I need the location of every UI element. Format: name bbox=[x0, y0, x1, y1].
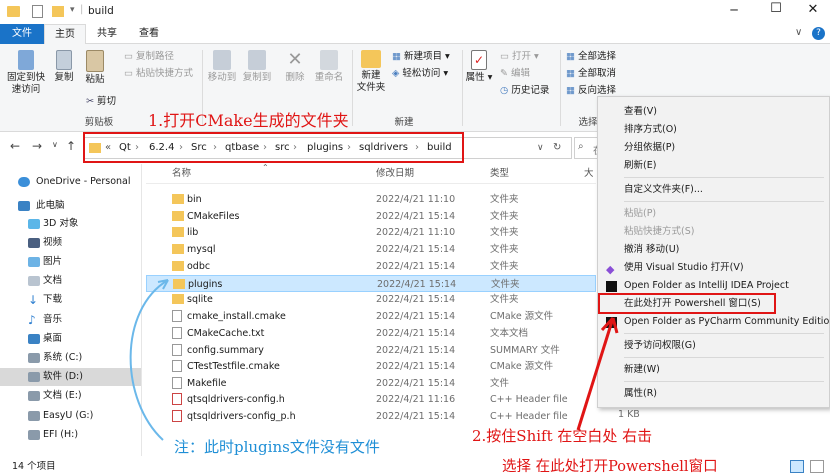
blue-curve-arrow bbox=[129, 279, 169, 441]
annotation-arrows bbox=[129, 279, 619, 441]
red-arrow bbox=[576, 317, 615, 431]
